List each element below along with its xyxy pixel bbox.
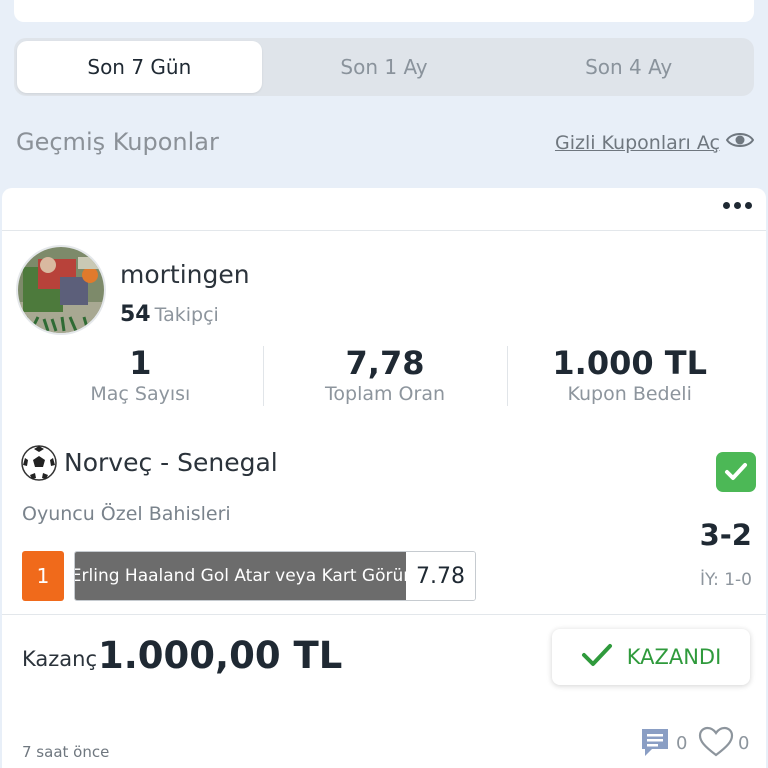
followers-label: Takipçi [154,304,219,326]
hidden-coupons-link[interactable]: Gizli Kuponları Aç [554,131,755,154]
section-title: Geçmiş Kuponlar [16,128,219,156]
previous-card-bottom [14,0,754,22]
more-options-icon[interactable] [723,202,752,209]
comment-icon[interactable] [640,726,670,762]
stat-label: Maç Sayısı [90,383,191,406]
comment-count: 0 [676,733,688,754]
username[interactable]: mortingen [120,260,250,289]
stat-value: 1 [129,344,152,382]
stat-total-odds: 7,78 Toplam Oran [262,344,508,408]
win-amount: 1.000,00 TL [98,634,343,677]
stat-match-count: 1 Maç Sayısı [18,344,263,408]
pick-name: Erling Haaland Gol Atar veya Kart Görür [75,552,410,600]
result-divider [2,614,766,615]
check-icon [716,452,756,492]
like-count: 0 [738,733,750,754]
eye-icon [725,131,755,154]
market-name: Oyuncu Özel Bahisleri [22,503,231,525]
avatar[interactable] [16,245,106,335]
checkmark-icon [581,643,613,672]
match-score: 3-2 [699,518,752,552]
heart-icon[interactable] [698,726,734,762]
pick-selection[interactable]: Erling Haaland Gol Atar veya Kart Görür … [74,551,476,601]
coupon-stats: 1 Maç Sayısı 7,78 Toplam Oran 1.000 TL K… [18,344,752,408]
stat-coupon-amount: 1.000 TL Kupon Bedeli [507,344,752,408]
half-time-score: İY: 1-0 [699,570,752,590]
win-label: Kazanç [22,647,98,671]
match-title[interactable]: Norveç - Senegal [64,448,278,477]
hidden-coupons-label: Gizli Kuponları Aç [554,131,720,154]
tab-son-1-ay[interactable]: Son 1 Ay [262,41,507,93]
stat-label: Kupon Bedeli [567,383,692,406]
tab-son-7-gun[interactable]: Son 7 Gün [17,41,262,93]
stat-value: 7,78 [345,344,425,382]
tab-son-4-ay[interactable]: Son 4 Ay [506,41,751,93]
pick-number: 1 [22,551,64,601]
stat-label: Toplam Oran [325,383,445,406]
status-label: KAZANDI [626,645,722,669]
followers-count: 54 [120,302,151,327]
followers: 54 Takipçi [120,302,219,327]
period-tabs: Son 7 Gün Son 1 Ay Son 4 Ay [14,38,754,96]
pick-odd: 7.78 [406,552,475,600]
header-divider [2,230,766,231]
stat-value: 1.000 TL [552,344,707,382]
coupon-card: mortingen 54 Takipçi 1 Maç Sayısı 7,78 To… [2,188,766,768]
timestamp: 7 saat önce [22,743,110,761]
soccer-ball-icon [20,444,58,482]
status-badge[interactable]: KAZANDI [552,629,750,685]
